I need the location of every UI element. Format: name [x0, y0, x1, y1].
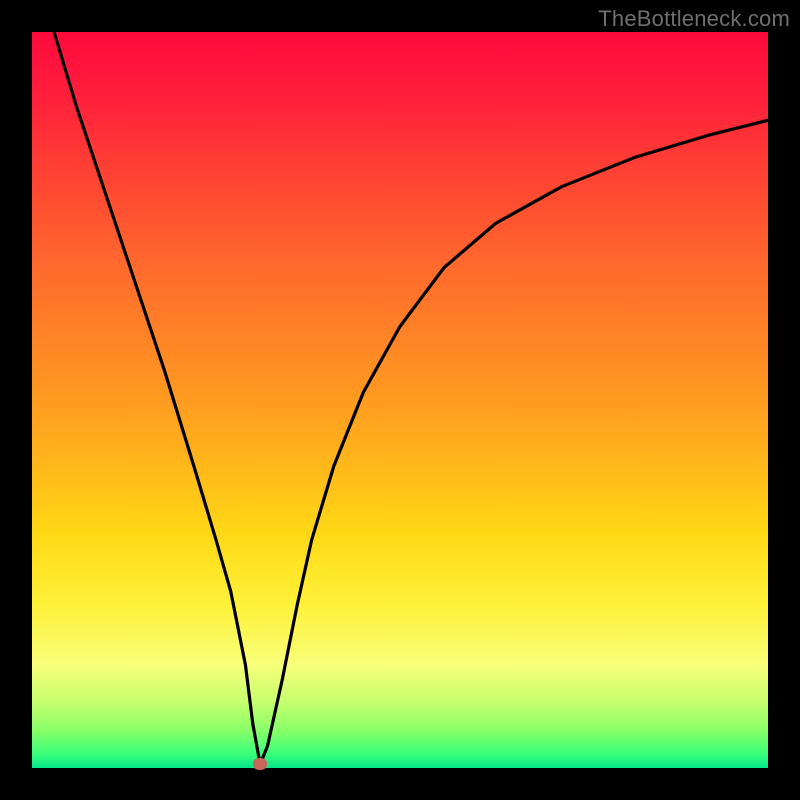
bottleneck-curve [32, 32, 768, 768]
plot-area [32, 32, 768, 768]
minimum-marker [253, 758, 267, 770]
watermark-text: TheBottleneck.com [598, 6, 790, 32]
chart-frame: TheBottleneck.com [0, 0, 800, 800]
